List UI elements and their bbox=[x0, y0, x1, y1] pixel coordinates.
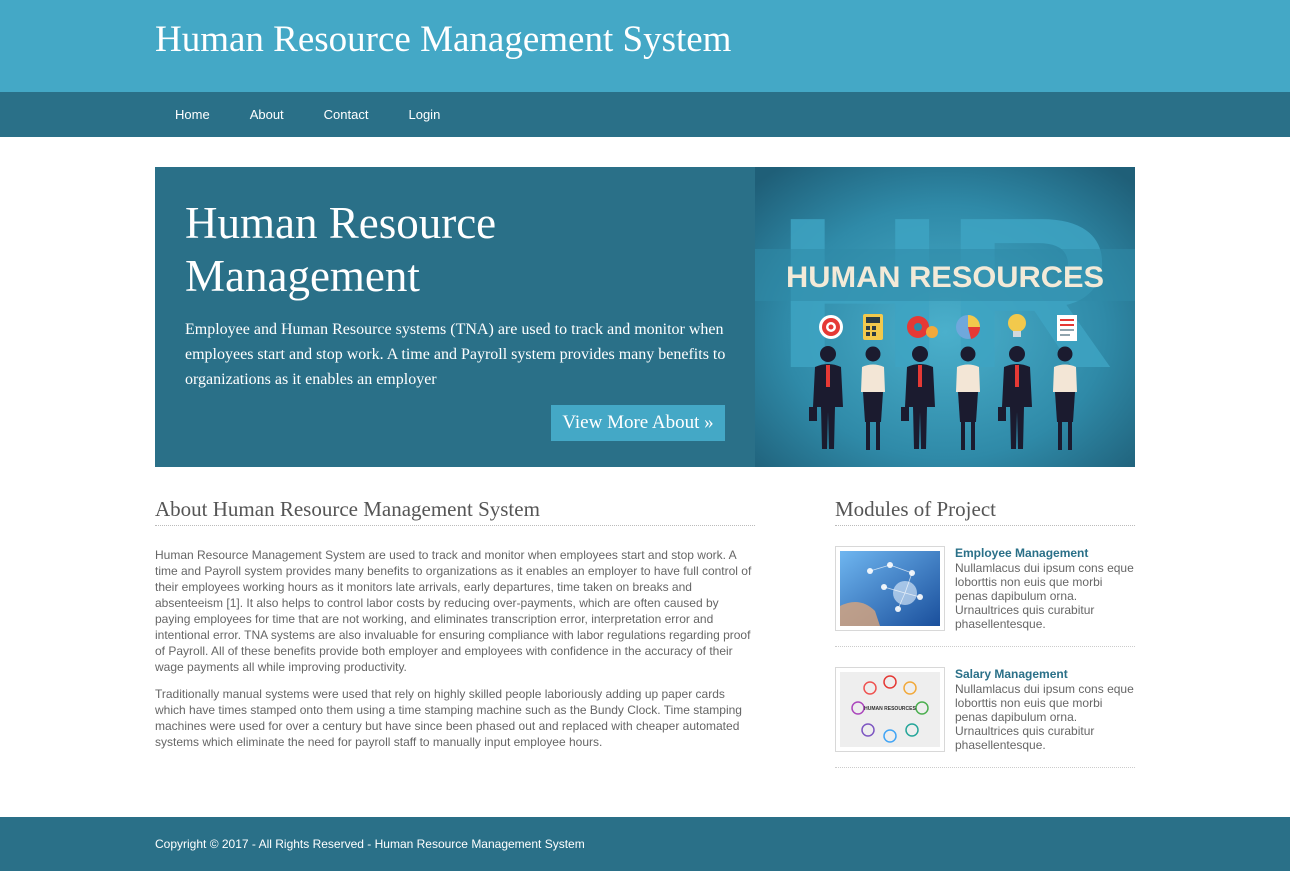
hero-text: Employee and Human Resource systems (TNA… bbox=[185, 321, 726, 388]
calculator-icon bbox=[863, 314, 883, 340]
nav-item-about[interactable]: About bbox=[230, 92, 304, 137]
employee-management-thumbnail[interactable] bbox=[835, 546, 945, 631]
site-footer: Copyright © 2017 - All Rights Reserved -… bbox=[0, 817, 1290, 871]
view-more-about-button[interactable]: View More About » bbox=[551, 405, 725, 441]
about-section: About Human Resource Management System H… bbox=[155, 497, 755, 761]
module-description-employee: Nullamlacus dui ipsum cons eque lobortti… bbox=[955, 561, 1134, 631]
modules-title: Modules of Project bbox=[835, 497, 1135, 526]
site-title: Human Resource Management System bbox=[155, 19, 732, 60]
module-name-salary[interactable]: Salary Management bbox=[955, 667, 1068, 681]
nav-list: Home About Contact Login bbox=[155, 92, 460, 137]
nav-item-home[interactable]: Home bbox=[155, 92, 230, 137]
module-name-employee[interactable]: Employee Management bbox=[955, 546, 1088, 560]
document-icon bbox=[1057, 315, 1077, 341]
hr-thumb-text: HUMAN RESOURCES bbox=[864, 706, 916, 712]
target-icon bbox=[819, 315, 843, 339]
salary-management-thumbnail[interactable]: HUMAN RESOURCES bbox=[835, 667, 945, 752]
about-paragraph-2: Traditionally manual systems were used t… bbox=[155, 687, 742, 749]
about-title: About Human Resource Management System bbox=[155, 497, 755, 526]
pie-chart-icon bbox=[956, 315, 981, 339]
nav-item-login[interactable]: Login bbox=[388, 92, 460, 137]
site-header: Human Resource Management System bbox=[0, 0, 1290, 92]
hr-banner-text: HUMAN RESOURCES bbox=[786, 261, 1104, 294]
hero-banner: Human Resource Management Employee and H… bbox=[155, 167, 1135, 467]
network-people-image bbox=[840, 551, 940, 626]
nav-item-contact[interactable]: Contact bbox=[304, 92, 389, 137]
hr-diagram-image: HUMAN RESOURCES bbox=[840, 672, 940, 747]
about-paragraph-1: Human Resource Management System are use… bbox=[155, 548, 752, 674]
main-nav: Home About Contact Login bbox=[0, 92, 1290, 137]
copyright-text: Copyright © 2017 - All Rights Reserved -… bbox=[155, 837, 585, 851]
about-body: Human Resource Management System are use… bbox=[155, 547, 755, 750]
human-resources-illustration: HR HUMAN RESOURCES bbox=[755, 167, 1135, 467]
hero-title: Human Resource Management bbox=[185, 198, 497, 301]
module-description-salary: Nullamlacus dui ipsum cons eque lobortti… bbox=[955, 682, 1134, 752]
module-item-employee: Employee Management Nullamlacus dui ipsu… bbox=[835, 526, 1135, 647]
modules-section: Modules of Project Employee Management N… bbox=[835, 497, 1135, 768]
module-item-salary: HUMAN RESOURCES Salary Management Nullam… bbox=[835, 647, 1135, 768]
